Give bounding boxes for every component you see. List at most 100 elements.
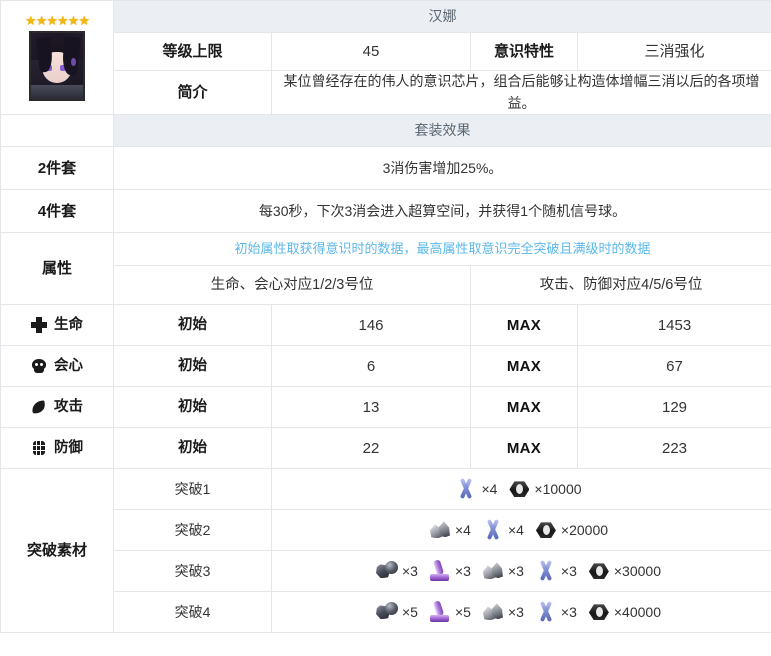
material-item[interactable]: ×3 <box>535 601 583 623</box>
trait-label: 意识特性 <box>470 32 578 71</box>
character-name: 汉娜 <box>113 0 771 33</box>
material-qty: ×5 <box>402 603 418 620</box>
material-item[interactable]: ×5 <box>376 601 424 623</box>
white-rock-material-icon <box>429 519 451 541</box>
stat-name: 防御 <box>54 440 83 457</box>
stat-initial-value-hp: 146 <box>271 304 471 347</box>
description-value: 某位曾经存在的伟人的意识芯片，组合后能够让构造体增幅三消以后的各项增益。 <box>271 69 771 116</box>
material-qty: ×3 <box>560 603 577 620</box>
material-qty: ×5 <box>454 603 471 620</box>
white-rock-material-icon <box>482 601 504 623</box>
breakthrough-label: 突破素材 <box>0 468 114 634</box>
star-icon: ★ <box>25 13 37 29</box>
stat-row-atk-name: 攻击 <box>0 386 114 429</box>
material-item[interactable]: ×40000 <box>588 601 667 623</box>
breakthrough-stage-2: 突破2 <box>113 509 272 552</box>
atk-icon <box>31 399 47 415</box>
stat-max-value-def: 223 <box>577 427 771 470</box>
level-cap-value: 45 <box>271 32 471 71</box>
set-effect-header: 套装效果 <box>113 114 771 148</box>
breakthrough-stage-1: 突破1 <box>113 468 272 511</box>
stat-initial-label: 初始 <box>113 386 272 429</box>
breakthrough-materials-4: ×5 ×5 ×3 ×3 ×40000 <box>271 591 771 634</box>
purple-cylinder-icon <box>429 601 451 623</box>
attributes-label: 属性 <box>0 232 114 306</box>
stat-row-def-name: 防御 <box>0 427 114 470</box>
purple-cylinder-icon <box>429 560 451 582</box>
character-portrait-cell: ★★★★★★ <box>0 0 114 116</box>
stat-max-value-crit: 67 <box>577 345 771 388</box>
material-item[interactable]: ×3 <box>429 560 477 582</box>
stat-max-label: MAX <box>470 304 578 347</box>
def-icon <box>31 440 47 456</box>
awareness-detail-table: ★★★★★★ 汉娜 等级上限 45 意识特性 三消强化 简介 某位曾经存在的伟人… <box>0 0 771 634</box>
material-qty: ×10000 <box>534 480 582 497</box>
material-qty: ×4 <box>454 521 471 538</box>
material-qty: ×20000 <box>560 521 609 538</box>
material-item[interactable]: ×3 <box>482 560 530 582</box>
black-nut-currency-icon <box>588 560 610 582</box>
material-item[interactable]: ×5 <box>429 601 477 623</box>
material-item[interactable]: ×3 <box>482 601 530 623</box>
stat-initial-label: 初始 <box>113 427 272 470</box>
trait-value: 三消强化 <box>577 32 771 71</box>
avatar-body <box>31 84 83 100</box>
stat-initial-label: 初始 <box>113 345 272 388</box>
material-qty: ×3 <box>454 562 471 579</box>
material-qty: ×4 <box>481 480 498 497</box>
stat-initial-label: 初始 <box>113 304 272 347</box>
blue-cross-material-icon <box>535 560 557 582</box>
stat-row-crit-name: 会心 <box>0 345 114 388</box>
attributes-right-header: 攻击、防御对应4/5/6号位 <box>470 265 771 306</box>
material-item[interactable]: ×3 <box>376 560 424 582</box>
set-effect-spacer <box>0 114 114 148</box>
stat-initial-value-crit: 6 <box>271 345 471 388</box>
blue-cross-material-icon <box>535 601 557 623</box>
material-qty: ×3 <box>560 562 577 579</box>
stat-max-label: MAX <box>470 386 578 429</box>
blue-cross-material-icon <box>455 478 477 500</box>
dark-machine-part-icon <box>376 601 398 623</box>
hp-icon <box>31 317 47 334</box>
stat-row-hp-name: 生命 <box>0 304 114 347</box>
character-avatar[interactable] <box>29 31 85 102</box>
stat-name: 生命 <box>54 317 83 334</box>
crit-icon <box>31 358 47 374</box>
material-qty: ×3 <box>507 562 524 579</box>
rarity-stars: ★★★★★★ <box>1 14 113 27</box>
material-item[interactable]: ×4 <box>482 519 530 541</box>
breakthrough-stage-3: 突破3 <box>113 550 272 593</box>
set-2pc-label: 2件套 <box>0 146 114 191</box>
material-qty: ×3 <box>402 562 418 579</box>
stat-name: 攻击 <box>54 399 83 416</box>
material-item[interactable]: ×30000 <box>588 560 667 582</box>
attributes-left-header: 生命、会心对应1/2/3号位 <box>113 265 471 306</box>
material-item[interactable]: ×10000 <box>508 478 587 500</box>
material-item[interactable]: ×3 <box>535 560 583 582</box>
stat-max-label: MAX <box>470 427 578 470</box>
avatar-bang-right <box>61 36 81 77</box>
set-2pc-text: 3消伤害增加25%。 <box>113 146 771 191</box>
material-item[interactable]: ×4 <box>455 478 503 500</box>
star-icon: ★ <box>78 13 90 29</box>
black-nut-currency-icon <box>588 601 610 623</box>
material-item[interactable]: ×20000 <box>535 519 614 541</box>
star-icon: ★ <box>67 13 80 29</box>
white-rock-material-icon <box>482 560 504 582</box>
description-label: 简介 <box>113 69 272 116</box>
blue-cross-material-icon <box>482 519 504 541</box>
breakthrough-stage-4: 突破4 <box>113 591 272 634</box>
material-item[interactable]: ×4 <box>429 519 477 541</box>
star-icon: ★ <box>57 13 69 29</box>
stat-initial-value-atk: 13 <box>271 386 471 429</box>
stat-max-label: MAX <box>470 345 578 388</box>
star-icon: ★ <box>46 13 58 29</box>
material-qty: ×40000 <box>613 603 661 620</box>
breakthrough-materials-1: ×4 ×10000 <box>271 468 771 511</box>
star-icon: ★ <box>35 13 48 29</box>
attributes-note: 初始属性取获得意识时的数据，最高属性取意识完全突破且满级时的数据 <box>113 232 771 267</box>
material-qty: ×3 <box>507 603 524 620</box>
stat-max-value-atk: 129 <box>577 386 771 429</box>
set-4pc-text: 每30秒，下次3消会进入超算空间，并获得1个随机信号球。 <box>113 189 771 234</box>
level-cap-label: 等级上限 <box>113 32 272 71</box>
